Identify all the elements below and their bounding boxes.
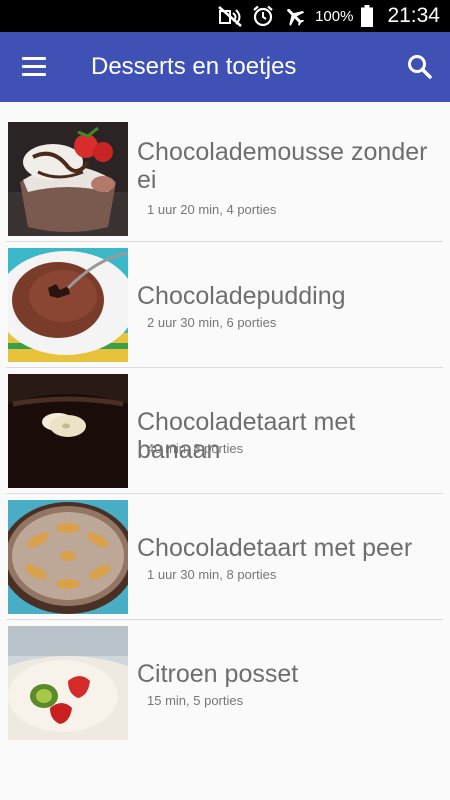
app-bar: Desserts en toetjes — [0, 32, 450, 102]
status-icons: 100% 21:34 — [217, 0, 440, 32]
mute-icon — [217, 5, 243, 27]
recipe-meta: 1 uur 20 min, 4 porties — [147, 202, 277, 217]
recipe-item[interactable]: Citroen posset 15 min, 5 porties — [6, 620, 443, 745]
recipe-thumbnail — [8, 122, 128, 236]
recipe-title: Chocoladetaart met peer — [137, 534, 413, 562]
recipe-meta: 40 min, 8 porties — [147, 441, 244, 456]
status-bar: 100% 21:34 — [0, 0, 450, 32]
recipe-item[interactable]: Chocoladetaart met banaan 40 min, 8 port… — [6, 368, 443, 494]
recipe-meta: 1 uur 30 min, 8 porties — [147, 567, 277, 582]
airplane-mode-icon — [283, 4, 307, 28]
page-title: Desserts en toetjes — [91, 53, 297, 80]
battery-percentage: 100% — [315, 7, 354, 25]
recipe-thumbnail — [8, 500, 128, 614]
recipe-title: Chocolademousse zonder ei — [137, 138, 428, 194]
recipe-meta: 2 uur 30 min, 6 porties — [147, 315, 277, 330]
recipe-thumbnail — [8, 626, 128, 740]
recipe-thumbnail — [8, 248, 128, 362]
hamburger-menu-icon — [22, 57, 46, 60]
alarm-icon — [251, 4, 275, 28]
recipe-title: Chocoladepudding — [137, 282, 346, 310]
recipe-list: Chocolademousse zonder ei 1 uur 20 min, … — [0, 116, 450, 745]
recipe-item[interactable]: Chocoladetaart met peer 1 uur 30 min, 8 … — [6, 494, 443, 620]
recipe-meta: 15 min, 5 porties — [147, 693, 244, 708]
search-button[interactable] — [404, 51, 436, 83]
recipe-thumbnail — [8, 374, 128, 488]
search-icon — [408, 55, 432, 79]
clock: 21:34 — [387, 4, 440, 27]
battery-icon — [361, 5, 374, 27]
recipe-title: Citroen posset — [137, 660, 299, 688]
menu-button[interactable] — [16, 51, 54, 83]
recipe-item[interactable]: Chocoladepudding 2 uur 30 min, 6 porties — [6, 242, 443, 368]
recipe-item[interactable]: Chocolademousse zonder ei 1 uur 20 min, … — [6, 116, 443, 242]
